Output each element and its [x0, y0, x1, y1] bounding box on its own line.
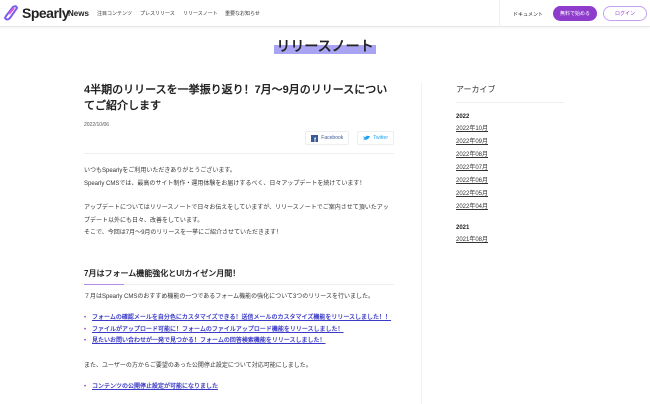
archive-sidebar: アーカイブ 2022 2022年10月 2022年09月 2022年08月 20…	[456, 84, 564, 244]
year-heading: 2022	[456, 114, 470, 120]
twitter-icon	[363, 135, 371, 140]
nav-featured[interactable]: 注目コンテンツ	[97, 10, 132, 17]
twitter-share-button[interactable]: Twitter	[357, 131, 394, 145]
nav-press[interactable]: プレスリリース	[140, 10, 175, 17]
section-heading: 7月はフォーム機能強化とUIカイゼン月間！	[84, 268, 394, 285]
list-item: 見たいお問い合わせが一発で見つかる！フォームの回答検索機能をリリースしました！	[84, 336, 394, 348]
divider	[84, 153, 394, 154]
spearly-logo-icon	[3, 5, 19, 21]
facebook-share-button[interactable]: f Facebook	[305, 131, 350, 145]
release-link[interactable]: 見たいお問い合わせが一発で見つかる！フォームの回答検索機能をリリースしました！	[92, 338, 326, 344]
list-item: フォームの確認メールを自分色にカスタマイズできる！送信メールのカスタマイズ機能を…	[84, 313, 394, 325]
archive-link[interactable]: 2022年10月	[456, 126, 564, 134]
facebook-icon: f	[311, 134, 319, 142]
twitter-label: Twitter	[373, 135, 388, 141]
paragraph: そこで、今回は7月〜9月のリリースを一挙にご紹介させていただきます！	[84, 230, 283, 236]
archive-link[interactable]: 2022年09月	[456, 139, 564, 147]
archive-link[interactable]: 2022年07月	[456, 165, 564, 173]
paragraph: アップデートについてはリリースノートで日々お伝えをしていますが、リリースノートで…	[84, 205, 389, 224]
site-header: Spearly News 注目コンテンツ プレスリリース リリースノート 重要な…	[0, 0, 650, 27]
share-buttons: f Facebook Twitter	[84, 131, 394, 145]
news-label: News	[68, 9, 89, 18]
divider	[499, 0, 500, 27]
article-title: 4半期のリリースを一挙振り返り！7月〜9月のリリースについてご紹介します	[84, 84, 388, 112]
release-link[interactable]: コンテンツの公開停止設定が可能になりました	[92, 384, 218, 390]
list-item: コンテンツの公開停止設定が可能になりました	[84, 382, 394, 394]
release-link[interactable]: ファイルがアップロード可能に！フォームのファイルアップロード機能をリリースしまし…	[92, 327, 344, 333]
archive-link[interactable]: 2022年08月	[456, 152, 564, 160]
page-title: リリースノート	[0, 36, 650, 56]
release-links-2: コンテンツの公開停止設定が可能になりました	[84, 382, 394, 394]
login-button[interactable]: ログイン	[603, 6, 647, 21]
divider	[421, 82, 422, 404]
paragraph: また、ユーザーの方からご要望のあった公開停止設定について対応可能にしました。	[84, 362, 312, 369]
page-title-text: リリースノート	[274, 38, 376, 54]
year-heading: 2021	[456, 225, 470, 231]
docs-link[interactable]: ドキュメント	[513, 11, 543, 18]
list-item: ファイルがアップロード可能に！フォームのファイルアップロード機能をリリースしまし…	[84, 325, 394, 337]
facebook-label: Facebook	[321, 135, 344, 141]
article: 4半期のリリースを一挙振り返り！7月〜9月のリリースについてご紹介します 202…	[84, 82, 394, 394]
logo-text: Spearly	[22, 5, 70, 21]
release-link[interactable]: フォームの確認メールを自分色にカスタマイズできる！送信メールのカスタマイズ機能を…	[92, 315, 391, 321]
logo[interactable]: Spearly	[2, 4, 70, 22]
archive-link[interactable]: 2022年04月	[456, 204, 564, 212]
paragraph: ７月はSpearly CMSのおすすめ機能の一つであるフォーム機能の強化について…	[84, 293, 374, 300]
nav-important[interactable]: 重要なお知らせ	[225, 10, 260, 17]
start-free-button[interactable]: 無料で始める	[553, 6, 597, 21]
archive-link[interactable]: 2022年05月	[456, 191, 564, 199]
article-date: 2022/10/06	[84, 122, 110, 128]
archive-link[interactable]: 2021年08月	[456, 237, 564, 245]
paragraph: いつもSpearlyをご利用いただきありがとうございます。	[84, 168, 236, 174]
nav-release-notes[interactable]: リリースノート	[183, 10, 218, 17]
archive-link[interactable]: 2022年06月	[456, 178, 564, 186]
paragraph: Spearly CMSでは、最高のサイト制作・運用体験をお届けするべく、日々アッ…	[84, 180, 366, 187]
release-links: フォームの確認メールを自分色にカスタマイズできる！送信メールのカスタマイズ機能を…	[84, 313, 394, 348]
archive-title: アーカイブ	[456, 84, 564, 103]
